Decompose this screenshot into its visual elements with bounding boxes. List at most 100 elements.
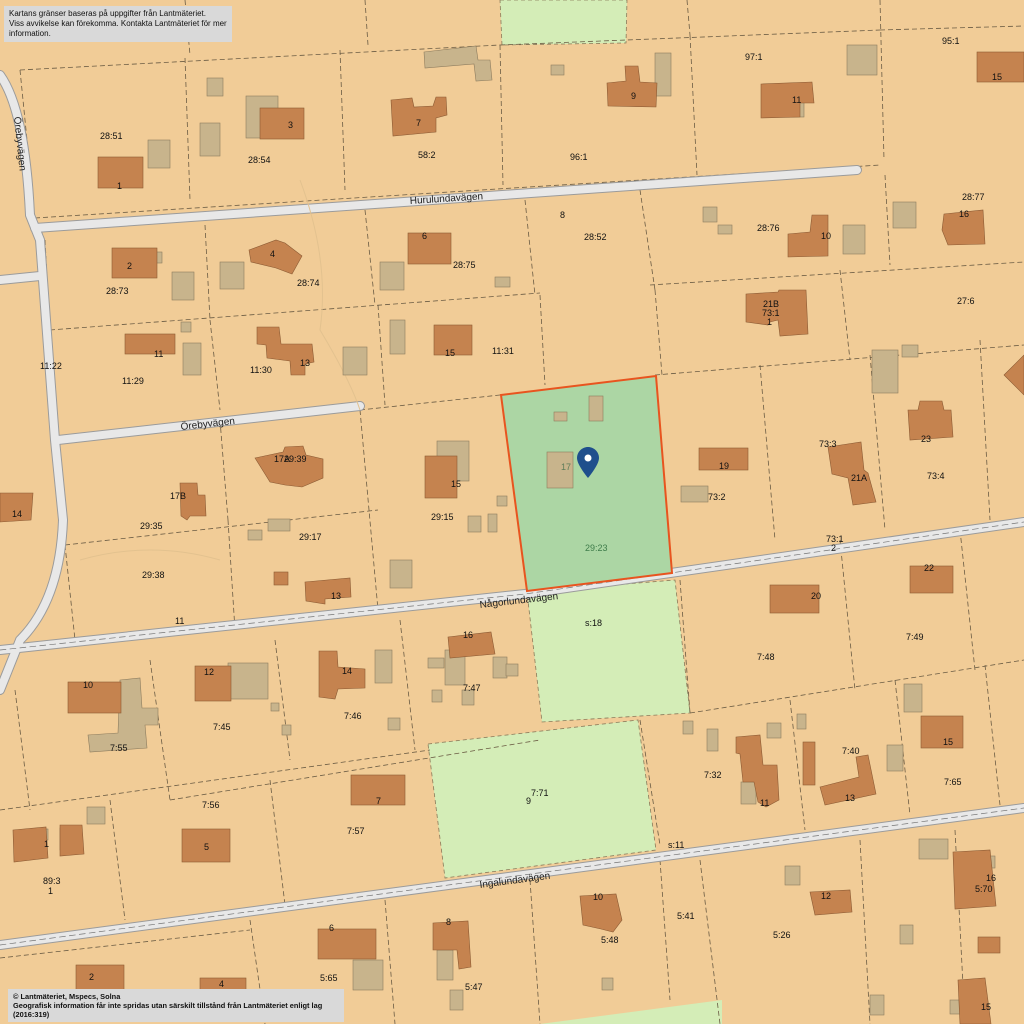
parcel-label: 5:65 [320,973,338,983]
parcel-label: 28:74 [297,278,320,288]
house-number: 7 [376,796,381,806]
house-number: 6 [422,231,427,241]
house-number: 13 [845,793,855,803]
house-number: 10 [821,231,831,241]
house-number: 11 [760,798,769,808]
parcel-label: 7:32 [704,770,722,780]
parcel-label: 8 [560,210,565,220]
house-number: 12 [821,891,831,901]
parcel-label: 5:41 [677,911,695,921]
copyright-line: Geografisk information får inte spridas … [13,1001,323,1019]
house-number: 15 [943,737,953,747]
parcel-label: 5:70 [975,884,993,894]
house-number: 21A [851,473,867,483]
house-number: 16 [986,873,996,883]
house-number: 13 [331,591,341,601]
parcel-label: 7:71 [531,788,549,798]
house-number: 15 [445,348,455,358]
house-number: 15 [981,1002,991,1012]
parcel-label: 11:31 [492,346,514,356]
house-number: 10 [593,892,603,902]
parcel-label: 96:1 [570,152,588,162]
parcel-label: 7:46 [344,711,362,721]
house-number: 11 [154,349,163,359]
parcel-label: 11 [175,616,184,626]
parcel-label: 5:47 [465,982,483,992]
house-number: 12 [204,667,214,677]
parcel-label: 29:35 [140,521,163,531]
parcel-label: 29:38 [142,570,165,580]
parcel-label: 7:57 [347,826,365,836]
parcel-label: 28:52 [584,232,607,242]
house-number: 7 [416,118,421,128]
parcel-label: 28:75 [453,260,476,270]
disclaimer-line: Kartans gränser baseras på uppgifter frå… [9,9,206,18]
parcel-label: 73:3 [819,439,837,449]
parcel-label: 7:55 [110,743,128,753]
parcel-label: s:18 [585,618,602,628]
disclaimer-line: Viss avvikelse kan förekomma. Kontakta L… [9,19,227,38]
parcel-label: 11:22 [40,361,62,371]
selected-property-boundary[interactable] [499,374,674,593]
house-number: 1 [44,839,49,849]
parcel-label: 5:48 [601,935,619,945]
house-number: 23 [921,434,931,444]
house-number: 11 [792,95,801,105]
house-number: 15 [992,72,1002,82]
house-number: 14 [342,666,352,676]
parcel-label: 73:4 [927,471,945,481]
house-number: 10 [83,680,93,690]
parcel-label: 28:76 [757,223,780,233]
house-number: 19 [719,461,729,471]
selected-property-designation: 29:23 [585,543,608,553]
map-disclaimer-notice: Kartans gränser baseras på uppgifter frå… [4,6,232,42]
parcel-label: 7:65 [944,777,962,787]
parcel-label: 73:2 [708,492,726,502]
parcel-label: 28:73 [106,286,129,296]
parcel-label: 28:51 [100,131,123,141]
house-number: 6 [329,923,334,933]
parcel-label: 97:1 [745,52,763,62]
parcel-label: 89:3 [43,876,61,886]
parcel-label: 7:45 [213,722,231,732]
parcel-label: 1 [767,317,772,327]
house-number: 3 [288,120,293,130]
property-map[interactable]: Hurulundavägen Örebyvägen Örebyvägen Någ… [0,0,1024,1024]
parcel-label: 29:15 [431,512,454,522]
house-number: 14 [12,509,22,519]
parcel-label: 1 [48,886,53,896]
park-area [427,719,657,879]
parcel-label: 7:56 [202,800,220,810]
house-number: 2 [127,261,132,271]
house-number: 15 [451,479,461,489]
parcel-label: 29:17 [299,532,322,542]
park-area [499,0,628,46]
house-number: 16 [463,630,473,640]
house-number: 2 [89,972,94,982]
house-number: 17B [170,491,186,501]
copyright-line: © Lantmäteriet, Mspecs, Solna [13,992,121,1001]
parcel-label: 28:77 [962,192,985,202]
parcel-label: 9 [526,796,531,806]
house-number: 20 [811,591,821,601]
house-number: 1 [117,181,122,191]
house-number: 17A [274,454,290,464]
house-number: 4 [270,249,275,259]
parcel-label: 7:40 [842,746,860,756]
house-number: 4 [219,979,224,989]
parcel-label: 7:47 [463,683,481,693]
house-number: 13 [300,358,310,368]
house-number: 8 [446,917,451,927]
parcel-label: 95:1 [942,36,960,46]
map-copyright-notice: © Lantmäteriet, Mspecs, Solna Geografisk… [8,989,344,1022]
parcel-label: 11:30 [250,365,272,375]
parcel-label: 2 [831,543,836,553]
house-number: 21B [763,299,779,309]
parcel-label: 7:49 [906,632,924,642]
house-number: 16 [959,209,969,219]
selected-house-number: 17 [561,462,571,472]
house-number: 22 [924,563,934,573]
parcel-label: 5:26 [773,930,791,940]
house-number: 5 [204,842,209,852]
house-number: 9 [631,91,636,101]
